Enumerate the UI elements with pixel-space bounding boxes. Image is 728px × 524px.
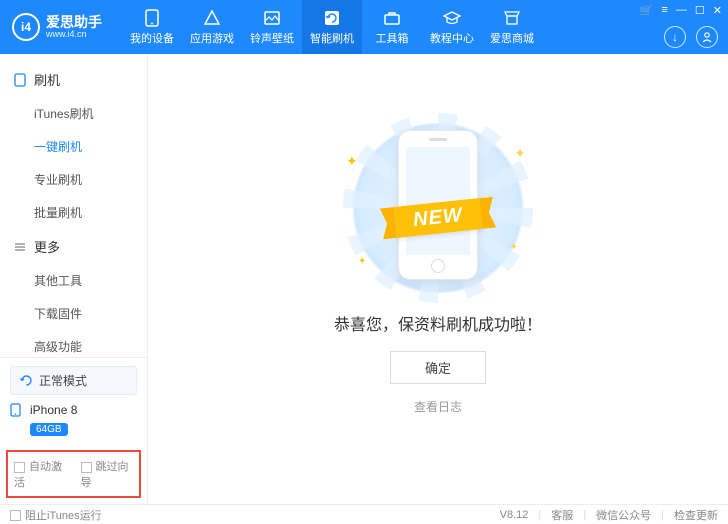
success-message: 恭喜您，保资料刷机成功啦！ — [334, 311, 542, 335]
nav-device[interactable]: 我的设备 — [122, 0, 182, 54]
update-link[interactable]: 检查更新 — [674, 507, 718, 523]
ok-button[interactable]: 确定 — [390, 351, 486, 384]
group-flash: 刷机 — [0, 62, 147, 97]
graduation-icon — [443, 9, 461, 27]
skip-guide-checkbox[interactable]: 跳过向导 — [81, 458, 134, 490]
device-name: iPhone 8 — [30, 403, 77, 417]
nav-tools[interactable]: 工具箱 — [362, 0, 422, 54]
block-itunes-checkbox[interactable]: 阻止iTunes运行 — [10, 507, 102, 523]
sidebar-item-itunes[interactable]: iTunes刷机 — [0, 97, 147, 130]
minimize-icon[interactable]: — — [676, 4, 687, 17]
sidebar: 刷机 iTunes刷机 一键刷机 专业刷机 批量刷机 更多 其他工具 下载固件 … — [0, 54, 148, 504]
phone-outline-icon — [14, 73, 28, 87]
mode-row[interactable]: 正常模式 — [10, 366, 137, 395]
device-panel: 正常模式 iPhone 8 64GB — [0, 357, 147, 444]
store-icon — [503, 9, 521, 27]
nav-flash[interactable]: 智能刷机 — [302, 0, 362, 54]
nav-ring[interactable]: 铃声壁纸 — [242, 0, 302, 54]
version-label: V8.12 — [500, 509, 529, 521]
phone-icon — [143, 9, 161, 27]
top-nav: 我的设备 应用游戏 铃声壁纸 智能刷机 工具箱 教程中心 爱思商城 — [122, 0, 542, 54]
apps-icon — [203, 9, 221, 27]
toolbox-icon — [383, 9, 401, 27]
more-icon — [14, 241, 28, 253]
brand-name: 爱思助手 — [46, 15, 102, 29]
menu-icon[interactable]: ≡ — [661, 4, 667, 17]
user-icon[interactable] — [696, 26, 718, 48]
sidebar-item-advanced[interactable]: 高级功能 — [0, 330, 147, 357]
sidebar-item-other[interactable]: 其他工具 — [0, 264, 147, 297]
sidebar-item-pro[interactable]: 专业刷机 — [0, 163, 147, 196]
group-more: 更多 — [0, 229, 147, 264]
auto-activate-checkbox[interactable]: 自动激活 — [14, 458, 67, 490]
header-right: ↓ — [664, 26, 718, 48]
window-controls: 🛒 ≡ — ☐ ✕ — [640, 4, 722, 17]
brand-logo: i4 爱思助手 www.i4.cn — [0, 13, 114, 41]
sidebar-item-batch[interactable]: 批量刷机 — [0, 196, 147, 229]
device-row[interactable]: iPhone 8 — [10, 401, 137, 421]
nav-mall[interactable]: 爱思商城 — [482, 0, 542, 54]
main-panel: NEW ✦ ✦ ✦ ✦ 恭喜您，保资料刷机成功啦！ 确定 查看日志 — [148, 54, 728, 504]
refresh-icon — [19, 374, 33, 388]
nav-tutorial[interactable]: 教程中心 — [422, 0, 482, 54]
maximize-icon[interactable]: ☐ — [695, 4, 705, 17]
close-icon[interactable]: ✕ — [713, 4, 722, 17]
success-illustration: NEW ✦ ✦ ✦ ✦ — [328, 123, 548, 293]
wallpaper-icon — [263, 9, 281, 27]
logo-badge-icon: i4 — [12, 13, 40, 41]
options-box: 自动激活 跳过向导 — [6, 450, 141, 498]
statusbar: 阻止iTunes运行 V8.12| 客服| 微信公众号| 检查更新 — [0, 504, 728, 524]
cart-icon[interactable]: 🛒 — [640, 4, 654, 17]
topbar: i4 爱思助手 www.i4.cn 我的设备 应用游戏 铃声壁纸 智能刷机 工具… — [0, 0, 728, 54]
support-link[interactable]: 客服 — [551, 507, 573, 523]
wechat-link[interactable]: 微信公众号 — [596, 507, 651, 523]
download-icon[interactable]: ↓ — [664, 26, 686, 48]
flash-icon — [323, 9, 341, 27]
device-capacity: 64GB — [30, 423, 68, 436]
device-icon — [10, 403, 24, 417]
sidebar-item-firmware[interactable]: 下载固件 — [0, 297, 147, 330]
nav-apps[interactable]: 应用游戏 — [182, 0, 242, 54]
view-log-link[interactable]: 查看日志 — [414, 398, 462, 415]
brand-site: www.i4.cn — [46, 29, 102, 39]
sidebar-item-onekey[interactable]: 一键刷机 — [0, 130, 147, 163]
